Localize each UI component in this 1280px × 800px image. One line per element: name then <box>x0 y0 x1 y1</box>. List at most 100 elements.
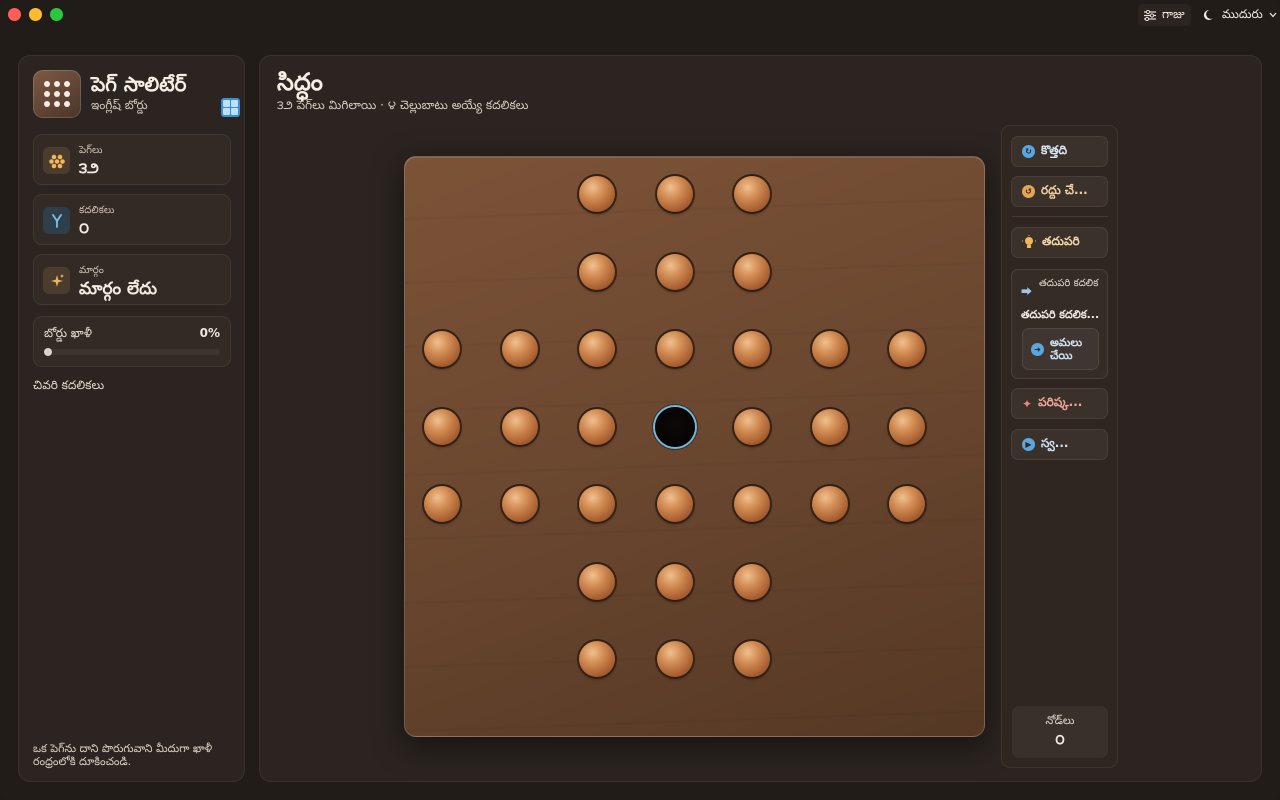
peg-ball <box>579 253 615 290</box>
moves-stat-card: కదలికలు ౦ <box>33 194 231 245</box>
close-window-button[interactable] <box>8 8 21 21</box>
peg-ball <box>501 331 538 367</box>
peg[interactable] <box>654 174 695 214</box>
peg-ball <box>656 563 693 600</box>
peg[interactable] <box>499 406 540 447</box>
peg[interactable] <box>732 251 772 292</box>
main-panel: సిద్ధం ౩౨ పెగ్‌లు మిగిలాయి · ౪ చెల్లుబాట… <box>259 55 1262 782</box>
glass-style-label: గాజు <box>1162 6 1185 21</box>
zoom-window-button[interactable] <box>50 8 63 21</box>
game-status-title: సిద్ధం <box>277 68 323 96</box>
branch-icon <box>43 207 70 234</box>
recent-moves-heading: చివరి కదలికలు <box>33 378 105 392</box>
instructions-text: ఒక పెగ్‌ను దాని పొరుగువాని మీదుగా ఖాళీ ర… <box>33 742 213 768</box>
peg[interactable] <box>732 406 772 447</box>
hint-button[interactable]: తదుపరి <box>1011 227 1108 258</box>
empty-hole[interactable] <box>654 406 695 447</box>
peg-ball <box>579 563 615 600</box>
peg[interactable] <box>577 639 617 679</box>
peg[interactable] <box>809 484 850 524</box>
minimize-window-button[interactable] <box>29 8 42 21</box>
sidebar: పెగ్ సాలిటేర్ ఇంగ్లీష్ బోర్డు పెగ్‌లు ౩౨ <box>18 55 245 782</box>
peg[interactable] <box>654 639 695 679</box>
peg[interactable] <box>654 329 695 369</box>
peg-board <box>404 156 985 737</box>
peg[interactable] <box>732 484 772 524</box>
board-grid-icon[interactable] <box>221 98 240 117</box>
peg[interactable] <box>577 329 617 369</box>
theme-menu-button[interactable]: ముదురు <box>1198 4 1280 26</box>
peg[interactable] <box>577 561 617 602</box>
peg-ball <box>734 641 770 677</box>
sliders-icon <box>1144 9 1156 21</box>
game-status-subtitle: ౩౨ పెగ్‌లు మిగిలాయి · ౪ చెల్లుబాటు అయ్యే… <box>277 98 529 112</box>
autoplay-button[interactable]: ▶ స్వ... <box>1011 429 1108 460</box>
moves-stat-value: ౦ <box>79 219 90 237</box>
peg-ball <box>579 486 615 522</box>
peg-ball <box>424 408 460 445</box>
peg[interactable] <box>422 484 462 524</box>
nodes-counter: నోడ్‌లు ౦ <box>1012 706 1108 758</box>
app-title: పెగ్ సాలిటేర్ <box>91 72 187 96</box>
nodes-value: ౦ <box>1055 732 1065 748</box>
peg-ball <box>579 641 615 677</box>
peg-ball <box>656 176 693 212</box>
signpost-icon: ⮕ <box>1021 285 1032 298</box>
board-clear-progress-knob <box>44 348 52 356</box>
peg[interactable] <box>499 329 540 369</box>
peg[interactable] <box>732 329 772 369</box>
title-bar: గాజు ముదురు <box>0 0 1280 32</box>
solve-label: పరిష్క... <box>1038 395 1083 409</box>
refresh-icon: ↻ <box>1022 145 1035 158</box>
peg[interactable] <box>732 561 772 602</box>
sparkles-icon: ✦ <box>1022 396 1033 411</box>
apply-move-button[interactable]: ➜ అమలు చేయి <box>1022 328 1099 370</box>
peg[interactable] <box>577 251 617 292</box>
glass-style-button[interactable]: గాజు <box>1138 4 1191 26</box>
peg-ball <box>889 486 925 522</box>
peg-ball <box>579 331 615 367</box>
peg[interactable] <box>887 329 927 369</box>
peg[interactable] <box>887 406 927 447</box>
peg-ball <box>734 253 770 290</box>
app-header: పెగ్ సాలిటేర్ ఇంగ్లీష్ బోర్డు <box>33 70 240 120</box>
moon-icon <box>1204 9 1213 20</box>
peg-ball <box>656 331 693 367</box>
peg[interactable] <box>654 484 695 524</box>
peg[interactable] <box>654 251 695 292</box>
peg[interactable] <box>422 406 462 447</box>
peg[interactable] <box>422 329 462 369</box>
peg-ball <box>579 408 615 445</box>
path-stat-label: మార్గం <box>79 265 104 276</box>
lightbulb-icon <box>1022 234 1036 248</box>
next-move-value: తదుపరి కదలిక... <box>1021 308 1100 321</box>
undo-icon: ↺ <box>1022 185 1035 198</box>
peg[interactable] <box>809 329 850 369</box>
peg[interactable] <box>577 484 617 524</box>
undo-label: రద్దు చే... <box>1041 183 1088 197</box>
peg[interactable] <box>577 406 617 447</box>
peg-ball <box>424 486 460 522</box>
peg[interactable] <box>654 561 695 602</box>
peg-ball <box>656 641 693 677</box>
peg-ball <box>811 486 848 522</box>
peg[interactable] <box>732 174 772 214</box>
theme-label: ముదురు <box>1222 6 1263 21</box>
hole <box>654 406 695 447</box>
peg[interactable] <box>809 406 850 447</box>
peg-ball <box>734 176 770 212</box>
solve-button[interactable]: ✦ పరిష్క... <box>1011 388 1108 419</box>
board-clear-progress-bar <box>44 348 220 356</box>
next-move-card: ⮕ తదుపరి కదలిక తదుపరి కదలిక... ➜ అమలు చే… <box>1011 269 1108 379</box>
peg[interactable] <box>577 174 617 214</box>
peg[interactable] <box>499 484 540 524</box>
peg[interactable] <box>732 639 772 679</box>
peg-ball <box>811 331 848 367</box>
peg-ball <box>811 408 848 445</box>
new-game-button[interactable]: ↻ కొత్తది <box>1011 136 1108 167</box>
undo-button[interactable]: ↺ రద్దు చే... <box>1011 176 1108 207</box>
peg-ball <box>889 408 925 445</box>
pegs-stat-card: పెగ్‌లు ౩౨ <box>33 134 231 185</box>
peg-ball <box>734 486 770 522</box>
peg[interactable] <box>887 484 927 524</box>
